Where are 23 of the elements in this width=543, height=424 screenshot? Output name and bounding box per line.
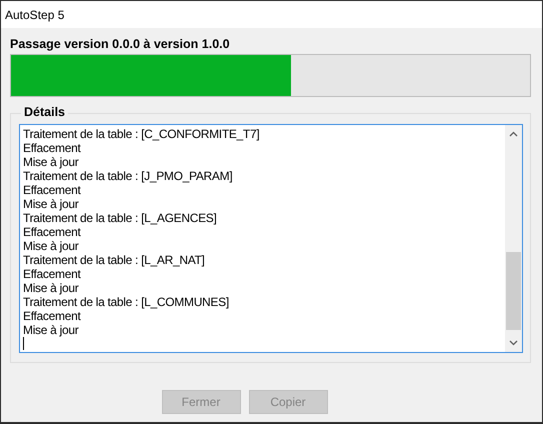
text-caret — [23, 337, 24, 350]
log-line: Traitement de la table : [L_AR_NAT] — [23, 253, 205, 267]
scrollbar-thumb[interactable] — [506, 252, 521, 330]
log-line: Effacement — [23, 267, 80, 281]
log-line: Mise à jour — [23, 197, 78, 211]
log-line: Mise à jour — [23, 323, 78, 337]
progress-label: Passage version 0.0.0 à version 1.0.0 — [10, 37, 231, 51]
window-title: AutoStep 5 — [5, 8, 64, 22]
log-line: Traitement de la table : [C_CONFORMITE_T7] — [23, 127, 260, 141]
log-line: Mise à jour — [23, 155, 78, 169]
log-line: Mise à jour — [23, 239, 78, 253]
group-legend: Détails — [21, 105, 68, 119]
log-line: Traitement de la table : [L_COMMUNES] — [23, 295, 229, 309]
log-line: Traitement de la table : [J_PMO_PARAM] — [23, 169, 232, 183]
log-line: Mise à jour — [23, 281, 78, 295]
log-line: Effacement — [23, 183, 80, 197]
log-line: Effacement — [23, 225, 80, 239]
log-line: Effacement — [23, 309, 80, 323]
log-line: Effacement — [23, 141, 80, 155]
scroll-down-icon[interactable] — [509, 340, 518, 346]
log-line: Traitement de la table : [L_AGENCES] — [23, 211, 217, 225]
scroll-up-icon[interactable] — [509, 131, 518, 137]
scrollbar[interactable] — [505, 125, 522, 352]
